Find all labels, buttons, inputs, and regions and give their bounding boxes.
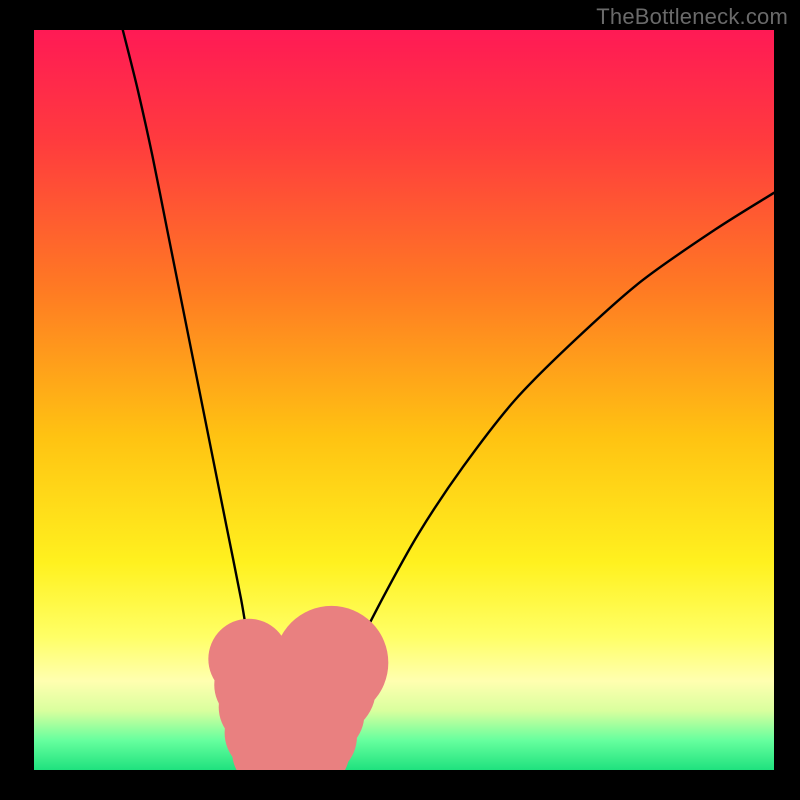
watermark-text: TheBottleneck.com (596, 4, 788, 30)
chart-background (34, 30, 774, 770)
chart-svg (34, 30, 774, 770)
outer-frame: TheBottleneck.com (0, 0, 800, 800)
valley-dot (275, 606, 389, 720)
chart-plot-area (34, 30, 774, 770)
